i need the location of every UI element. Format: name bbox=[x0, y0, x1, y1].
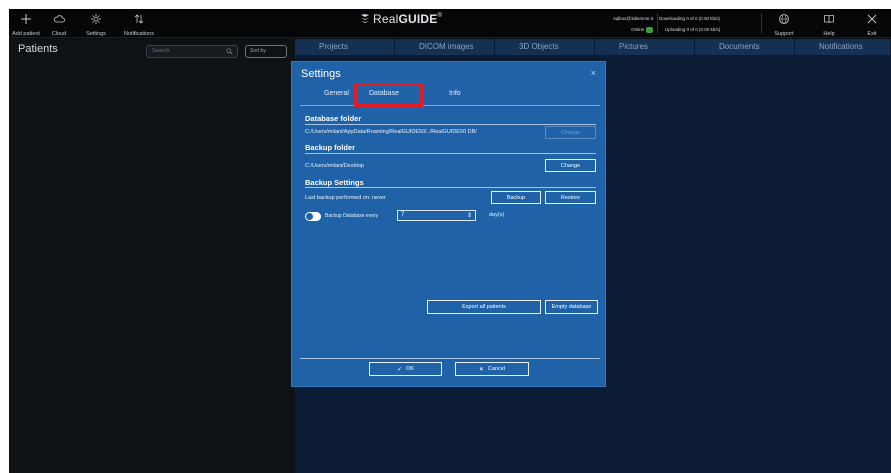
plus-icon bbox=[21, 14, 31, 24]
backup-every-label: Backup Database every bbox=[325, 213, 379, 219]
logo-registered-mark: ® bbox=[437, 13, 443, 19]
tab-projects[interactable]: Projects bbox=[295, 39, 395, 55]
section-divider bbox=[305, 124, 596, 125]
add-patient-button[interactable]: Add patient bbox=[12, 11, 40, 37]
realguide-logo: Real GUIDE ® bbox=[360, 12, 442, 26]
exit-button[interactable]: Exit bbox=[865, 11, 879, 37]
dialog-title: Settings bbox=[301, 68, 341, 80]
backup-folder-heading: Backup folder bbox=[305, 143, 356, 152]
search-placeholder: Search bbox=[152, 48, 170, 54]
globe-icon bbox=[779, 14, 789, 24]
cancel-button[interactable]: ✕ Cancel bbox=[455, 362, 529, 376]
book-icon bbox=[824, 15, 834, 24]
section-divider bbox=[305, 187, 596, 188]
days-unit-label: day(s) bbox=[489, 212, 505, 218]
dialog-close-button[interactable]: × bbox=[591, 68, 596, 78]
cancel-label: Cancel bbox=[487, 366, 506, 372]
backup-every-toggle[interactable] bbox=[305, 212, 321, 221]
tab-divider bbox=[300, 105, 600, 106]
settings-label: Settings bbox=[86, 31, 106, 37]
uploading-status: Uploading 0 of 0 (0.00 kb/s) bbox=[665, 27, 721, 32]
support-label: Support bbox=[774, 31, 794, 37]
toolbar-divider bbox=[657, 13, 658, 34]
exit-label: Exit bbox=[867, 31, 877, 37]
database-tab-highlight bbox=[354, 83, 423, 107]
gear-icon bbox=[91, 14, 101, 24]
search-input[interactable]: Search bbox=[146, 45, 238, 58]
logo-name-light: Real bbox=[373, 12, 399, 26]
tab-general[interactable]: General bbox=[324, 90, 349, 97]
transfer-arrows-icon bbox=[134, 14, 144, 24]
database-folder-change-button[interactable]: Change bbox=[545, 126, 596, 139]
close-icon bbox=[867, 14, 877, 24]
cancel-x-icon: ✕ bbox=[478, 366, 484, 373]
account-status: sqlbox@3diemme.it Online bbox=[597, 13, 653, 35]
backup-folder-change-button[interactable]: Change bbox=[545, 159, 596, 172]
tab-notifications[interactable]: Notifications bbox=[795, 39, 891, 55]
patients-title: Patients bbox=[18, 43, 58, 55]
backup-days-value: 7 bbox=[401, 212, 405, 218]
support-button[interactable]: Support bbox=[773, 11, 795, 37]
settings-dialog: Settings × General Database Info Databas… bbox=[291, 61, 606, 387]
notifications-label: Notifications bbox=[124, 31, 154, 37]
content-tabs: Projects DICOM images 3D Objects Picture… bbox=[295, 39, 891, 55]
online-badge bbox=[646, 27, 653, 33]
logo-mark-icon bbox=[361, 14, 369, 23]
top-toolbar: Add patient Cloud Settings Notifications… bbox=[9, 9, 891, 38]
settings-button[interactable]: Settings bbox=[83, 11, 109, 37]
database-folder-path: C:/Users/milani/AppData/Roaming/RealGUID… bbox=[305, 129, 477, 135]
tab-dicom-images[interactable]: DICOM images bbox=[395, 39, 495, 55]
cloud-label: Cloud bbox=[51, 31, 67, 37]
help-button[interactable]: Help bbox=[821, 11, 837, 37]
transfer-status: Downloading 0 of 0 (0.00 kb/s) Uploading… bbox=[659, 13, 759, 35]
tab-pictures[interactable]: Pictures bbox=[595, 39, 695, 55]
backup-button[interactable]: Backup bbox=[491, 191, 541, 204]
tab-3d-objects[interactable]: 3D Objects bbox=[495, 39, 595, 55]
backup-days-stepper[interactable]: 7 ⇕ bbox=[397, 210, 476, 221]
database-folder-heading: Database folder bbox=[305, 114, 362, 123]
logo-name-bold: GUIDE bbox=[398, 12, 438, 26]
backup-folder-path: C:/Users/milani/Desktop bbox=[305, 163, 364, 169]
online-label: Online bbox=[631, 27, 645, 32]
downloading-status: Downloading 0 of 0 (0.00 kb/s) bbox=[659, 16, 721, 21]
search-icon bbox=[226, 48, 233, 55]
toolbar-divider bbox=[761, 13, 762, 34]
restore-button[interactable]: Restore bbox=[545, 191, 596, 204]
add-patient-label: Add patient bbox=[12, 31, 40, 37]
ok-label: OK bbox=[406, 366, 414, 372]
dialog-footer-divider bbox=[300, 358, 600, 359]
check-icon: ✓ bbox=[397, 366, 403, 373]
tab-documents[interactable]: Documents bbox=[695, 39, 795, 55]
account-email: sqlbox@3diemme.it bbox=[613, 16, 653, 21]
export-all-patients-button[interactable]: Export all patients bbox=[427, 300, 541, 314]
sort-by-dropdown[interactable]: Sort by bbox=[245, 45, 287, 58]
backup-settings-heading: Backup Settings bbox=[305, 178, 364, 187]
tab-info[interactable]: Info bbox=[449, 90, 461, 97]
cloud-icon bbox=[53, 15, 65, 23]
patients-panel: Patients Search Sort by bbox=[9, 39, 295, 473]
cloud-button[interactable]: Cloud bbox=[47, 11, 71, 37]
last-backup-text: Last backup performed on: never bbox=[305, 195, 386, 201]
help-label: Help bbox=[823, 31, 835, 37]
section-divider bbox=[305, 153, 596, 154]
notifications-button[interactable]: Notifications bbox=[120, 11, 158, 37]
ok-button[interactable]: ✓ OK bbox=[369, 362, 442, 376]
empty-database-button[interactable]: Empty database bbox=[545, 300, 598, 314]
stepper-arrows-icon[interactable]: ⇕ bbox=[467, 212, 472, 221]
